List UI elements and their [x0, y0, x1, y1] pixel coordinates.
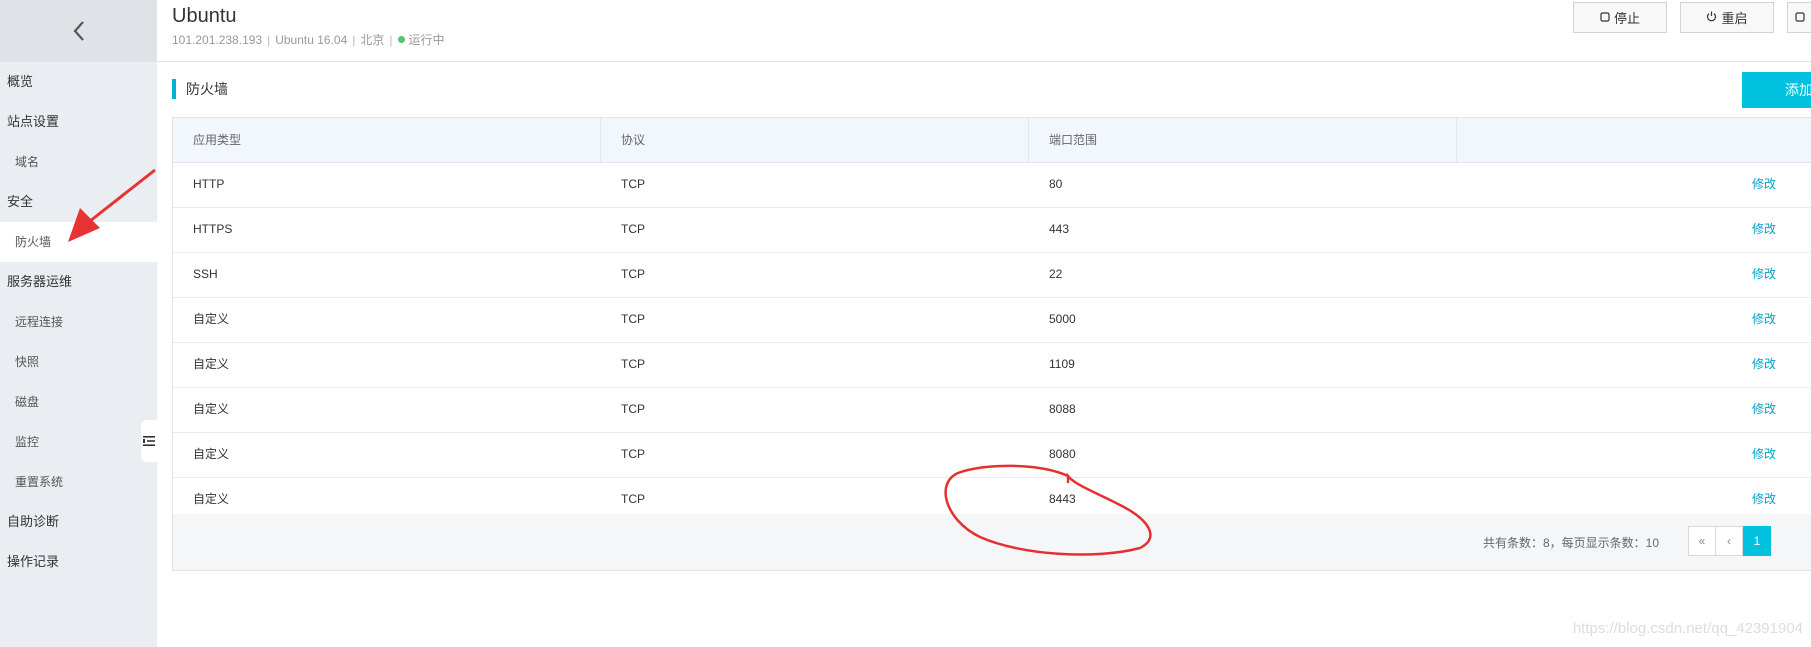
column-header-actions — [1457, 118, 1811, 162]
sidebar-item-4[interactable]: 防火墙 — [0, 222, 157, 262]
stop-icon — [1600, 10, 1610, 25]
cell-actions: 修改 — [1457, 208, 1811, 251]
cell-protocol: TCP — [621, 357, 645, 371]
table-body: HTTP TCP 80 修改 HTTPS TCP 443 修改 SSH TCP 22 修改 自定义 TCP… — [173, 163, 1811, 523]
cell-type: HTTP — [193, 177, 225, 191]
sidebar-item-9[interactable]: 监控 — [0, 422, 157, 462]
instance-ip: 101.201.238.193 — [172, 33, 263, 47]
watermark: https://blog.csdn.net/qq_42391904 — [1572, 620, 1803, 637]
cell-port: 80 — [1049, 177, 1063, 191]
sidebar-item-11[interactable]: 自助诊断 — [0, 502, 157, 542]
pager-first-button[interactable]: « — [1688, 526, 1716, 556]
table-row: 自定义 TCP 1109 修改 — [173, 343, 1811, 388]
edit-link[interactable]: 修改 — [1752, 208, 1776, 251]
cell-type: 自定义 — [193, 447, 230, 461]
table-row: 自定义 TCP 8088 修改 — [173, 388, 1811, 433]
table-row: HTTP TCP 80 修改 — [173, 163, 1811, 208]
cell-type: 自定义 — [193, 312, 230, 326]
instance-meta: 101.201.238.193 | Ubuntu 16.04 | 北京 | 运行中 — [172, 33, 445, 47]
cell-port: 8088 — [1049, 402, 1076, 416]
cell-port: 8080 — [1049, 447, 1076, 461]
cell-port: 443 — [1049, 222, 1070, 236]
sidebar-item-0[interactable]: 概览 — [0, 62, 157, 102]
chevron-left-icon — [73, 21, 84, 41]
edit-link[interactable]: 修改 — [1752, 298, 1776, 341]
table-row: SSH TCP 22 修改 — [173, 253, 1811, 298]
sidebar-item-8[interactable]: 磁盘 — [0, 382, 157, 422]
table-footer: 共有条数：8，每页显示条数：10 « ‹ 1 — [173, 514, 1811, 570]
sidebar: 概览 站点设置 域名 安全 防火墙 服务器运维 远程连接 快照 磁盘 监控 重置系统 自助诊断 操作记录 — [0, 0, 157, 647]
instance-header: Ubuntu 101.201.238.193 | Ubuntu 16.04 | 北京 | 运… — [157, 0, 1811, 62]
sidebar-item-10[interactable]: 重置系统 — [0, 462, 157, 502]
instance-os: Ubuntu 16.04 — [275, 33, 348, 47]
pager-page-1[interactable]: 1 — [1743, 526, 1771, 556]
edit-link[interactable]: 修改 — [1752, 433, 1776, 476]
add-rule-button[interactable]: 添加 — [1742, 72, 1811, 108]
sidebar-item-12[interactable]: 操作记录 — [0, 542, 157, 582]
column-header-port: 端口范围 — [1029, 118, 1457, 162]
cell-type: SSH — [193, 267, 218, 281]
cell-protocol: TCP — [621, 267, 645, 281]
restart-button[interactable]: 重启 — [1680, 2, 1774, 33]
more-icon — [1795, 10, 1805, 25]
table-row: HTTPS TCP 443 修改 — [173, 208, 1811, 253]
power-icon — [1706, 10, 1717, 25]
table-row: 自定义 TCP 5000 修改 — [173, 298, 1811, 343]
cell-actions: 修改 — [1457, 433, 1811, 476]
stop-button[interactable]: 停止 — [1573, 2, 1667, 33]
sidebar-item-6[interactable]: 远程连接 — [0, 302, 157, 342]
sidebar-collapse-toggle[interactable] — [141, 420, 157, 462]
list-collapse-icon — [143, 436, 155, 446]
cell-port: 5000 — [1049, 312, 1076, 326]
column-header-protocol: 协议 — [601, 118, 1029, 162]
edit-link[interactable]: 修改 — [1752, 388, 1776, 431]
sidebar-item-1[interactable]: 站点设置 — [0, 102, 157, 142]
table-row: 自定义 TCP 8080 修改 — [173, 433, 1811, 478]
edit-link[interactable]: 修改 — [1752, 343, 1776, 386]
pager-info: 共有条数：8，每页显示条数：10 — [1482, 536, 1659, 550]
table-header: 应用类型 协议 端口范围 — [173, 118, 1811, 163]
cell-protocol: TCP — [621, 402, 645, 416]
instance-region: 北京 — [360, 33, 385, 47]
column-header-type: 应用类型 — [173, 118, 601, 162]
cell-actions: 修改 — [1457, 253, 1811, 296]
cell-port: 22 — [1049, 267, 1063, 281]
cell-actions: 修改 — [1457, 298, 1811, 341]
firewall-table: 应用类型 协议 端口范围 HTTP TCP 80 修改 HTTPS TCP 443 修改 SSH… — [172, 117, 1811, 571]
sidebar-item-3[interactable]: 安全 — [0, 182, 157, 222]
cell-protocol: TCP — [621, 312, 645, 326]
cell-actions: 修改 — [1457, 163, 1811, 206]
cell-protocol: TCP — [621, 447, 645, 461]
sidebar-item-5[interactable]: 服务器运维 — [0, 262, 157, 302]
cell-type: 自定义 — [193, 357, 230, 371]
status-badge: 运行中 — [408, 33, 445, 47]
cell-port: 1109 — [1049, 357, 1075, 371]
more-button[interactable] — [1787, 2, 1811, 33]
edit-link[interactable]: 修改 — [1752, 253, 1776, 296]
back-button[interactable] — [0, 0, 157, 62]
cell-actions: 修改 — [1457, 343, 1811, 386]
status-dot-icon — [397, 36, 405, 43]
sidebar-item-7[interactable]: 快照 — [0, 342, 157, 382]
sidebar-menu: 概览 站点设置 域名 安全 防火墙 服务器运维 远程连接 快照 磁盘 监控 重置系统 自助诊断 操作记录 — [0, 62, 157, 582]
page-title: Ubuntu — [172, 5, 237, 27]
cell-protocol: TCP — [621, 222, 645, 236]
cell-protocol: TCP — [621, 177, 645, 191]
pager-prev-button[interactable]: ‹ — [1715, 526, 1743, 556]
cell-type: HTTPS — [193, 222, 233, 236]
sidebar-item-2[interactable]: 域名 — [0, 142, 157, 182]
edit-link[interactable]: 修改 — [1752, 163, 1776, 206]
cell-actions: 修改 — [1457, 388, 1811, 431]
section-title: 防火墙 — [172, 79, 228, 99]
cell-type: 自定义 — [193, 402, 230, 416]
